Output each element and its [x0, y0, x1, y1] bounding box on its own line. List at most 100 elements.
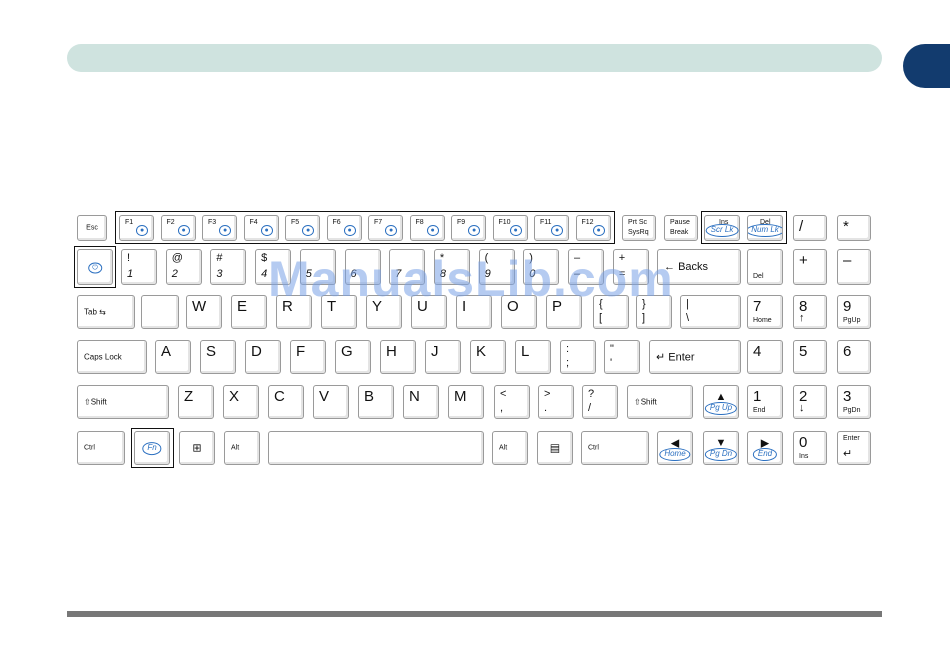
key-b: B [358, 385, 394, 419]
key-s: S [200, 340, 236, 374]
key-up: ▲ Pg Up [703, 385, 739, 419]
key-bottom-label: 4 [261, 268, 268, 280]
key-letter: W [192, 298, 207, 315]
key-letter: A [161, 343, 172, 360]
key-letter: B [364, 388, 375, 405]
key-shift-left: ⇧Shift [77, 385, 169, 419]
menu-icon: ▤ [549, 442, 561, 455]
key-down: ▼ Pg Dn [703, 431, 739, 465]
key-np1: 1 End [747, 385, 783, 419]
key-bottom-label: 8 [439, 268, 447, 280]
key-letter: E [237, 298, 248, 315]
key-letter: V [319, 388, 330, 405]
key-ctrl-left: Ctrl [77, 431, 125, 465]
key-num-7: * 8 [433, 249, 470, 285]
key-top-label: $ [261, 252, 268, 264]
key-num-2: #3 [210, 249, 247, 285]
shift-arrow-icon: ⇧ [84, 397, 91, 407]
key-k: K [470, 340, 506, 374]
key-letter: F [296, 343, 306, 360]
key-num-6: 7 [389, 249, 426, 285]
key-menu: ▤ [537, 431, 573, 465]
key-bottom-label: 1 [127, 268, 134, 280]
key-v: V [313, 385, 349, 419]
key-w: W [186, 295, 222, 329]
key-bottom-label: 3 [216, 268, 223, 280]
key-letter: H [386, 343, 397, 360]
key-space [268, 431, 484, 465]
key-quote: " ' [604, 340, 640, 374]
key-h: H [380, 340, 416, 374]
key-d: D [245, 340, 281, 374]
key-letter: C [274, 388, 285, 405]
key-letter: G [341, 343, 353, 360]
key-np-minus: – [837, 249, 871, 285]
key-comma: <, [494, 385, 530, 419]
key-np4: 4 [747, 340, 783, 374]
key-np7: 7 Home [747, 295, 783, 329]
key-pause: Pause Break [664, 215, 698, 241]
key-alt-right: Alt [492, 431, 528, 465]
key-letter: I [462, 298, 467, 315]
key-backspace: ← Backs [657, 249, 741, 285]
key-np0: 0 Ins [793, 431, 827, 465]
key-num-0: ! 1 [121, 249, 157, 285]
end-icon: End [752, 448, 778, 461]
shift-arrow-icon-right: ⇧ [634, 397, 641, 407]
key-f: F [290, 340, 326, 374]
key-u: U [411, 295, 447, 329]
key-np-star: * [837, 215, 871, 241]
key-letter: K [476, 343, 487, 360]
key-bottom-label: 5 [305, 268, 312, 280]
key-e: E [231, 295, 267, 329]
backspace-arrow-icon: ← [664, 261, 675, 273]
key-bottom-label: = [618, 268, 626, 280]
key-del-2: Del [747, 249, 783, 285]
key-num-11: + = [612, 249, 649, 285]
key-top-label: @ [171, 252, 183, 264]
key-letter: S [206, 343, 217, 360]
key-p: P [546, 295, 582, 329]
key-l: L [515, 340, 551, 374]
key-letter: U [417, 298, 428, 315]
key-num-8: (9 [478, 249, 515, 285]
highlight-ins-del [701, 211, 787, 244]
key-o: O [501, 295, 537, 329]
key-m: M [448, 385, 484, 419]
key-tab: Tab ⇆ [77, 295, 135, 329]
key-top-label: – [574, 252, 581, 264]
key-letter: O [507, 298, 519, 315]
key-letter: X [229, 388, 240, 405]
key-i: I [456, 295, 492, 329]
key-esc: Esc [77, 215, 107, 241]
key-y: Y [366, 295, 402, 329]
key-bottom-label: 0 [529, 268, 536, 280]
key-np-slash: / [793, 215, 827, 241]
key-top-label: + [618, 252, 626, 264]
key-pipe: | \ [680, 295, 741, 329]
chapter-tab [903, 44, 950, 88]
key-left: ◀ Home [657, 431, 693, 465]
pgdn-icon: Pg Dn [704, 448, 738, 461]
key-letter: Y [372, 298, 383, 315]
key-bottom-label: 9 [484, 268, 491, 280]
key-letter: T [327, 298, 337, 315]
enter-arrow-icon: ↵ [656, 351, 666, 364]
header-bar [67, 44, 882, 72]
key-np9: 9 PgUp [837, 295, 871, 329]
key-alt-left: Alt [224, 431, 260, 465]
key-letter: L [521, 343, 530, 360]
highlight-fn [131, 428, 174, 468]
key-np2: 2 ↓ [793, 385, 827, 419]
key-num-3: $4 [255, 249, 292, 285]
key-rbrace: }] [636, 295, 672, 329]
key-bottom-label: – [574, 268, 581, 280]
highlight-function-keys [115, 211, 615, 244]
key-prtsc: Prt Sc SysRq [622, 215, 656, 241]
key-q [141, 295, 179, 329]
key-period: >. [538, 385, 574, 419]
key-letter: D [251, 343, 262, 360]
key-np8: 8 ↑ [793, 295, 827, 329]
key-j: J [425, 340, 461, 374]
windows-icon: ⊞ [192, 442, 202, 455]
